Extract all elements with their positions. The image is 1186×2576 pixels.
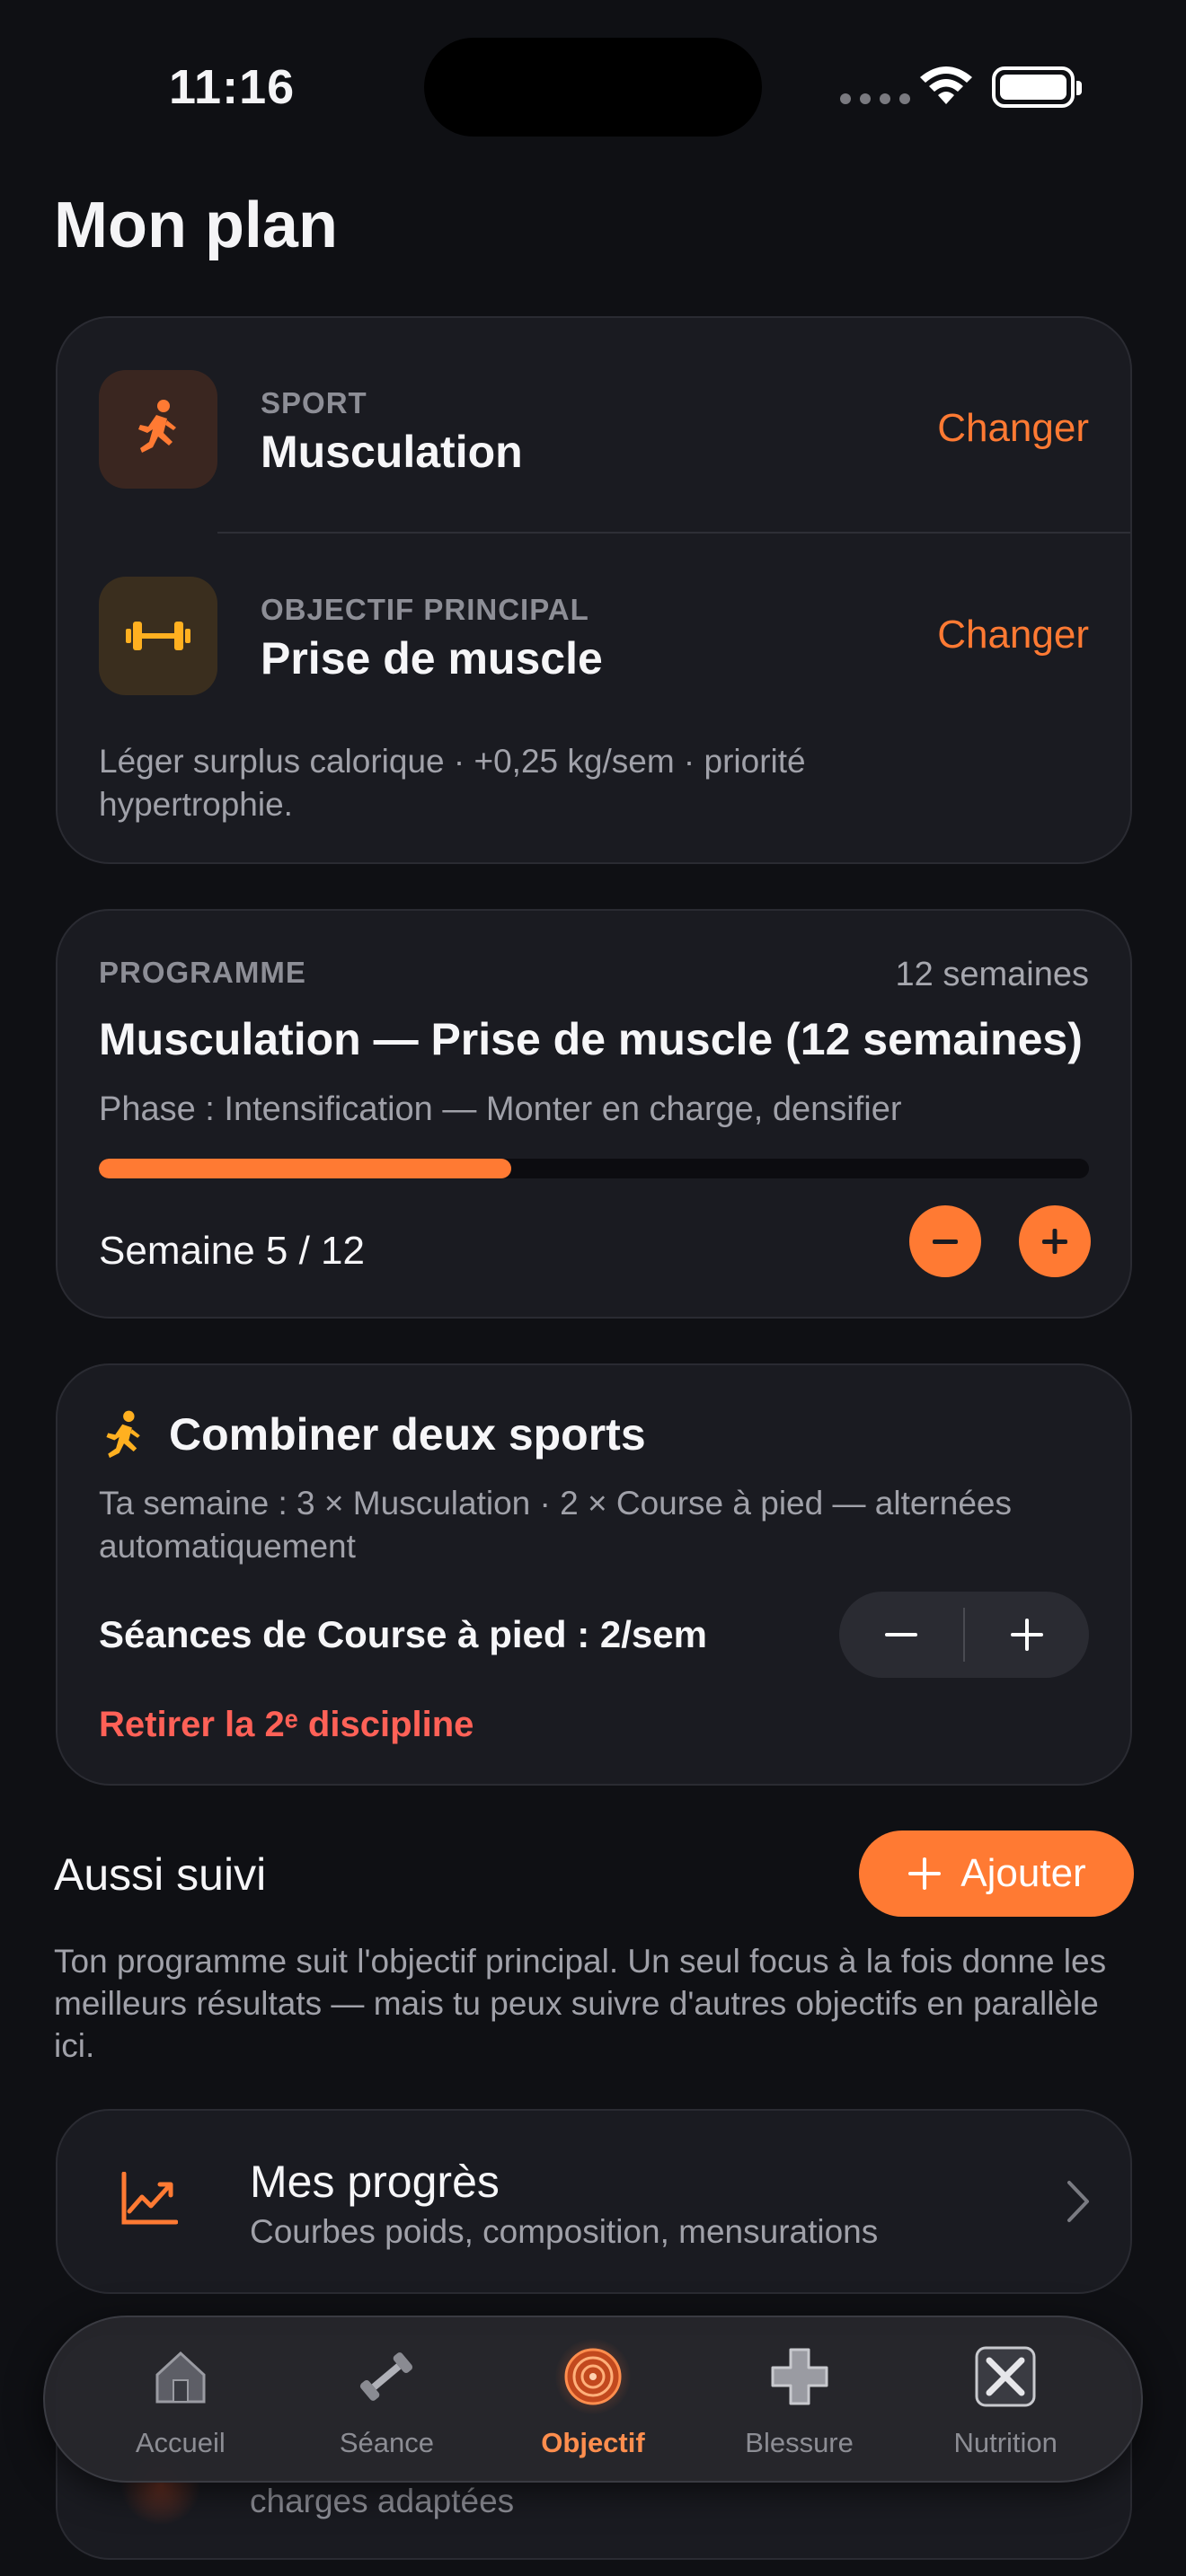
tab-blessure[interactable]: Blessure	[710, 2339, 890, 2459]
also-followed-description: Ton programme suit l'objectif principal.…	[54, 1943, 1107, 2064]
remove-discipline-link[interactable]: Retirer la 2ᵉ discipline	[99, 1705, 474, 1745]
progress-title: Mes progrès	[250, 2157, 500, 2207]
add-goal-label: Ajouter	[960, 1851, 1086, 1895]
add-goal-button[interactable]: Ajouter	[859, 1831, 1134, 1917]
program-progress-bar	[99, 1159, 1089, 1178]
dumbbell-icon	[126, 622, 190, 650]
medical-cross-icon	[762, 2339, 837, 2414]
plan-card: SPORT Musculation Changer OBJECTIF PRINC…	[56, 316, 1132, 864]
tab-label: Objectif	[541, 2427, 645, 2458]
week-indicator: Semaine 5 / 12	[99, 1229, 365, 1273]
minus-icon	[885, 1633, 917, 1636]
tab-accueil[interactable]: Accueil	[91, 2339, 270, 2459]
sessions-stepper	[839, 1592, 1089, 1678]
tab-label: Séance	[339, 2427, 434, 2458]
target-icon	[554, 2339, 631, 2414]
combine-description: Ta semaine : 3 × Musculation · 2 × Cours…	[99, 1485, 1012, 1565]
program-label: PROGRAMME	[99, 956, 306, 989]
combine-title: Combiner deux sports	[169, 1409, 646, 1460]
minus-icon	[933, 1239, 958, 1244]
chart-trend-icon	[121, 2172, 178, 2225]
tab-objectif[interactable]: Objectif	[503, 2339, 683, 2459]
runner-icon	[106, 1410, 140, 1459]
plus-icon	[1042, 1229, 1067, 1254]
battery-icon	[992, 66, 1082, 108]
program-title: Musculation — Prise de muscle (12 semain…	[99, 1014, 1083, 1064]
section-title-also-followed: Aussi suivi	[54, 1849, 267, 1900]
progress-subtitle: Courbes poids, composition, mensurations	[250, 2213, 879, 2250]
decrease-sessions-button[interactable]	[839, 1592, 963, 1678]
divider	[217, 532, 1130, 534]
runner-icon	[138, 400, 176, 453]
status-time: 11:16	[169, 60, 296, 114]
dumbbell-icon	[349, 2339, 424, 2414]
sport-value: Musculation	[261, 427, 523, 477]
tab-bar: Accueil Séance Objectif Blessure Nutriti…	[43, 2316, 1143, 2483]
utensils-icon	[968, 2339, 1043, 2414]
combine-sports-card: Combiner deux sports Ta semaine : 3 × Mu…	[56, 1363, 1132, 1786]
tab-label: Accueil	[135, 2427, 226, 2458]
wifi-icon	[920, 66, 972, 104]
page-title: Mon plan	[54, 190, 338, 261]
program-duration: 12 semaines	[895, 956, 1089, 993]
sport-tile	[99, 370, 217, 489]
program-phase: Phase : Intensification — Monter en char…	[99, 1090, 902, 1128]
change-goal-button[interactable]: Changer	[937, 613, 1089, 657]
tab-seance[interactable]: Séance	[296, 2339, 476, 2459]
chevron-right-icon	[1067, 2181, 1089, 2222]
sessions-label: Séances de Course à pied : 2/sem	[99, 1613, 707, 1655]
progress-row[interactable]: Mes progrès Courbes poids, composition, …	[56, 2109, 1132, 2294]
increase-sessions-button[interactable]	[965, 1592, 1089, 1678]
goal-label: OBJECTIF PRINCIPAL	[261, 593, 589, 626]
next-week-button[interactable]	[1019, 1205, 1091, 1277]
tab-label: Nutrition	[953, 2427, 1058, 2458]
change-sport-button[interactable]: Changer	[937, 406, 1089, 451]
program-progress-fill	[99, 1159, 512, 1178]
goal-value: Prise de muscle	[261, 633, 603, 684]
goal-tile	[99, 577, 217, 695]
tab-nutrition[interactable]: Nutrition	[916, 2339, 1095, 2459]
plus-icon	[1011, 1619, 1043, 1651]
home-icon	[143, 2339, 218, 2414]
goal-description: Léger surplus calorique · +0,25 kg/sem ·…	[99, 743, 806, 823]
plus-icon	[908, 1857, 942, 1890]
previous-week-button[interactable]	[909, 1205, 981, 1277]
signal-dots-icon	[840, 93, 910, 104]
dynamic-island	[424, 38, 762, 137]
program-card: PROGRAMME 12 semaines Musculation — Pris…	[56, 909, 1132, 1319]
partial-row-subtitle: charges adaptées	[250, 2483, 515, 2519]
tab-label: Blessure	[745, 2427, 854, 2458]
sport-label: SPORT	[261, 386, 367, 419]
